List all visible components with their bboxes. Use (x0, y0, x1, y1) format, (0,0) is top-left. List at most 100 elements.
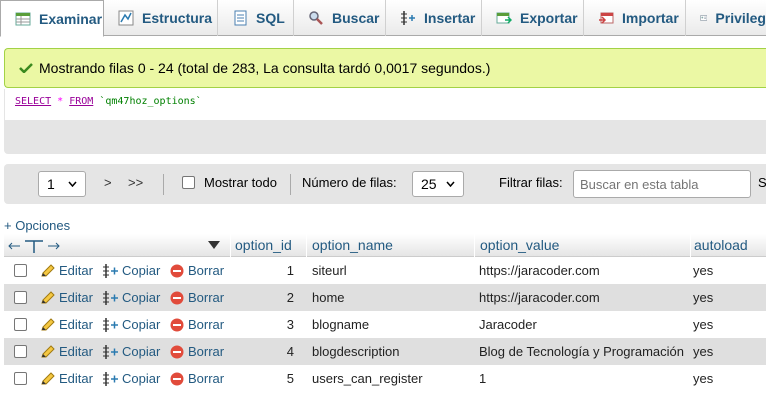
cell-option-id: 5 (286, 371, 294, 386)
cell-option-value: https://jaracoder.com (479, 263, 600, 278)
edit-button[interactable]: Editar (40, 317, 93, 332)
sql-icon (234, 10, 247, 26)
sql-toolbar (4, 120, 766, 154)
sql-query: SELECT * FROM `qm47hoz_options` (4, 89, 766, 120)
search-button-partial[interactable]: S (758, 175, 766, 190)
row-checkbox[interactable] (14, 318, 27, 331)
cell-option-value: Jaracoder (479, 317, 537, 332)
separator (163, 174, 164, 195)
tab-label: Importar (622, 10, 679, 26)
privileges-icon (700, 15, 708, 21)
tab-privileges[interactable]: Privileg (686, 0, 766, 36)
cell-autoload: yes (693, 317, 714, 332)
copy-icon (103, 344, 118, 359)
options-link[interactable]: + Opciones (4, 218, 70, 233)
cell-autoload: yes (693, 290, 714, 305)
column-header-autoload[interactable]: autoload (694, 237, 748, 253)
column-header-option-id[interactable]: option_id (235, 237, 292, 253)
page-select[interactable]: 1 (38, 171, 86, 197)
edit-button[interactable]: Editar (40, 371, 93, 386)
show-all-label: Mostrar todo (204, 175, 277, 190)
copy-icon (103, 263, 118, 278)
tab-export[interactable]: Exportar (482, 0, 584, 36)
delete-icon (170, 318, 184, 331)
sql-keyword-select[interactable]: SELECT (15, 96, 51, 107)
rows-count-label: Número de filas: (302, 175, 397, 190)
cell-option-id: 2 (286, 290, 294, 305)
edit-button[interactable]: Editar (40, 290, 93, 305)
edit-button[interactable]: Editar (40, 344, 93, 359)
delete-button[interactable]: Borrar (170, 263, 224, 278)
tab-bar: Examinar Estructura SQL Buscar Insertar … (0, 0, 766, 37)
cell-autoload: yes (693, 344, 714, 359)
tab-structure[interactable]: Estructura (104, 0, 218, 36)
delete-icon (170, 291, 184, 304)
column-header-option-value[interactable]: option_value (480, 237, 559, 253)
show-all-checkbox[interactable] (182, 176, 195, 189)
resize-columns-icon[interactable] (8, 239, 60, 253)
column-divider (230, 234, 231, 257)
copy-button[interactable]: Copiar (102, 290, 160, 305)
tab-sql[interactable]: SQL (218, 0, 294, 36)
tab-browse[interactable]: Examinar (0, 0, 104, 37)
chevron-down-icon (446, 181, 455, 187)
delete-icon (170, 264, 184, 277)
sql-table-name: `qm47hoz_options` (99, 96, 202, 107)
copy-button[interactable]: Copiar (102, 317, 160, 332)
table-header: option_id option_name option_value autol… (4, 234, 766, 257)
tab-label: Examinar (39, 10, 103, 27)
table-row: Editar Copiar Borrar 3 blogname Jaracode… (4, 311, 766, 338)
copy-button[interactable]: Copiar (102, 371, 160, 386)
browse-icon (15, 12, 31, 25)
cell-option-value: Blog de Tecnología y Programación (479, 344, 684, 359)
column-header-option-name[interactable]: option_name (312, 237, 393, 253)
row-checkbox[interactable] (14, 345, 27, 358)
filter-rows-input[interactable] (573, 170, 751, 198)
delete-button[interactable]: Borrar (170, 317, 224, 332)
delete-button[interactable]: Borrar (170, 371, 224, 386)
structure-icon (118, 10, 134, 26)
edit-button[interactable]: Editar (40, 263, 93, 278)
copy-icon (103, 371, 118, 386)
cell-option-id: 1 (286, 263, 294, 278)
column-divider (306, 234, 307, 257)
search-icon (309, 11, 323, 25)
row-checkbox[interactable] (14, 291, 27, 304)
tab-search[interactable]: Buscar (294, 0, 386, 36)
pencil-icon (41, 290, 55, 303)
chevron-down-icon (68, 181, 77, 187)
row-checkbox[interactable] (14, 264, 27, 277)
cell-option-name: home (312, 290, 345, 305)
rows-count-select[interactable]: 25 (412, 171, 464, 197)
check-icon (19, 63, 33, 73)
cell-option-value: https://jaracoder.com (479, 290, 600, 305)
copy-button[interactable]: Copiar (102, 344, 160, 359)
pencil-icon (41, 371, 55, 384)
last-page-button[interactable]: >> (128, 175, 143, 190)
navigation-bar: 1 > >> Mostrar todo Número de filas: 25 … (4, 164, 766, 204)
table-row: Editar Copiar Borrar 5 users_can_registe… (4, 365, 766, 392)
table-row: Editar Copiar Borrar 1 siteurl https://j… (4, 257, 766, 284)
delete-button[interactable]: Borrar (170, 290, 224, 305)
tab-label: Privileg (715, 10, 766, 26)
sort-caret-icon[interactable] (208, 241, 220, 249)
copy-button[interactable]: Copiar (102, 263, 160, 278)
next-page-button[interactable]: > (104, 175, 112, 190)
separator (290, 174, 291, 195)
sql-keyword-from[interactable]: FROM (69, 96, 93, 107)
copy-icon (103, 317, 118, 332)
row-checkbox[interactable] (14, 372, 27, 385)
page-select-value: 1 (47, 176, 55, 192)
table-row: Editar Copiar Borrar 4 blogdescription B… (4, 338, 766, 365)
delete-button[interactable]: Borrar (170, 344, 224, 359)
success-text: Mostrando filas 0 - 24 (total de 283, La… (39, 60, 491, 76)
rows-count-value: 25 (421, 176, 437, 192)
insert-icon (401, 11, 415, 25)
tab-label: SQL (256, 10, 285, 26)
column-divider (690, 234, 691, 257)
tab-label: Exportar (520, 10, 578, 26)
filter-rows-label: Filtrar filas: (499, 175, 563, 190)
tab-insert[interactable]: Insertar (386, 0, 482, 36)
tab-import[interactable]: Importar (584, 0, 686, 36)
column-divider (474, 234, 475, 257)
